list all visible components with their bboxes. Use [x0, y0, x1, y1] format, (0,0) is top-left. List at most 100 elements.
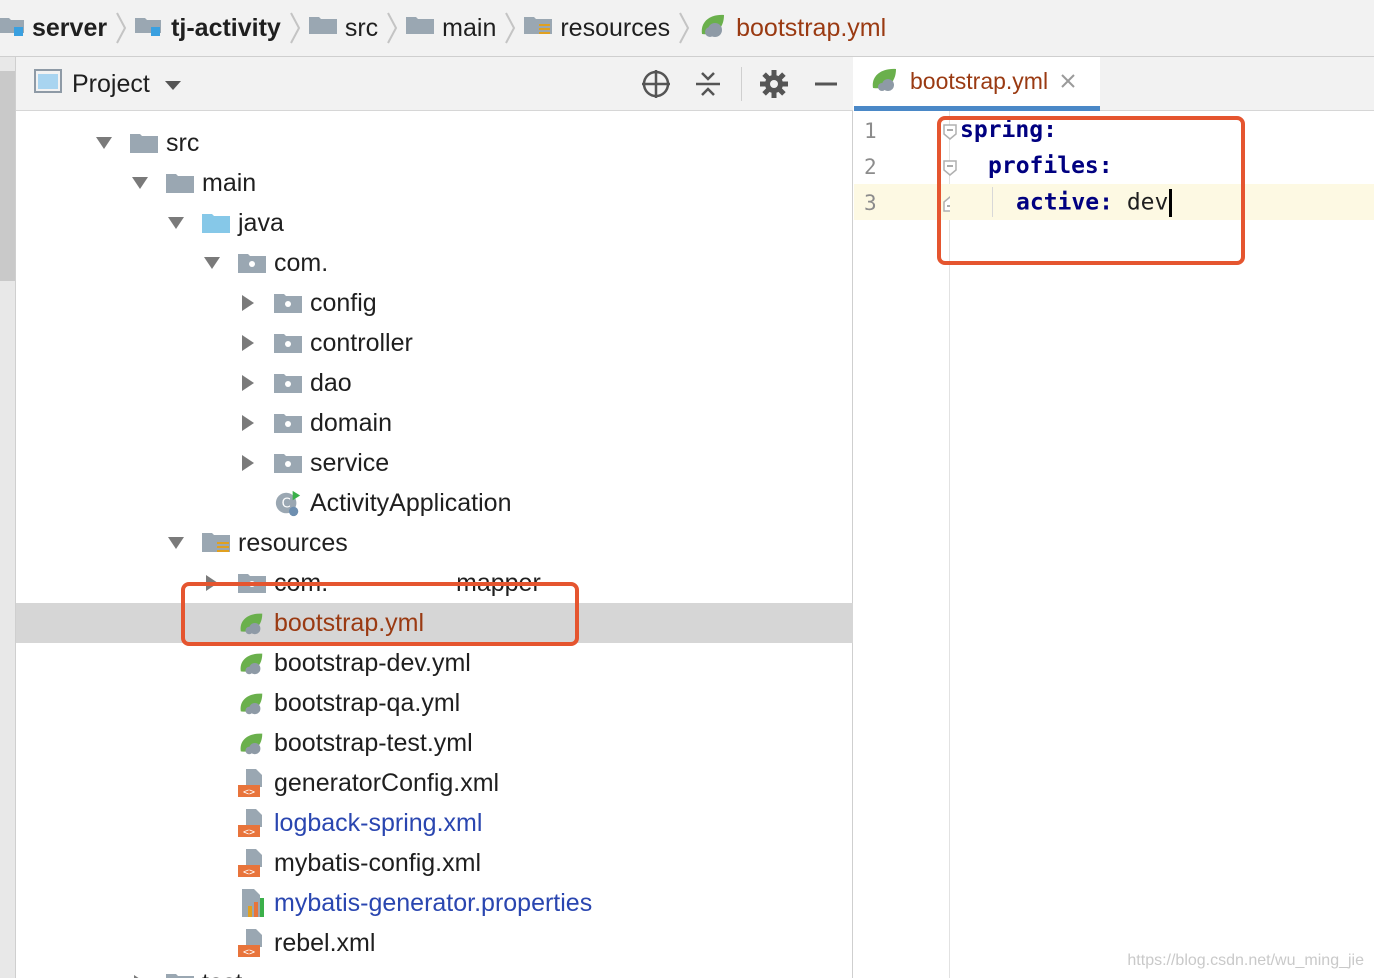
spring-yml-icon [238, 649, 266, 677]
line-number: 3 [864, 191, 877, 215]
expanded-arrow-icon[interactable] [202, 253, 222, 273]
xml-file-icon: <> [238, 809, 266, 838]
chevron-right-icon [674, 0, 694, 57]
folder-icon [166, 969, 194, 978]
spring-yml-icon [238, 689, 266, 717]
collapsed-arrow-icon[interactable] [238, 413, 258, 433]
breadcrumb-item-main[interactable]: main [406, 0, 496, 57]
tree-node-bootstrap-test-yml[interactable]: bootstrap-test.yml [16, 723, 853, 763]
breadcrumb: server tj-activity src main resources bo… [0, 0, 1374, 57]
tree-node-config[interactable]: config [16, 283, 853, 323]
properties-file-icon [238, 889, 266, 917]
tree-node-domain[interactable]: domain [16, 403, 853, 443]
line-number: 1 [864, 119, 877, 143]
editor-tab-bootstrap-yml[interactable]: bootstrap.yml [854, 57, 1100, 111]
tree-node-rebel-xml[interactable]: <> rebel.xml [16, 923, 853, 963]
folder-icon [166, 169, 194, 197]
tree-node-label: controller [310, 328, 413, 357]
breadcrumb-label: main [442, 13, 497, 42]
tree-node-java[interactable]: java [16, 203, 853, 243]
editor-gutter: 1 2 3 [854, 111, 957, 978]
collapsed-arrow-icon[interactable] [238, 293, 258, 313]
gear-icon[interactable] [757, 67, 791, 101]
project-view-label: Project [72, 69, 150, 98]
tree-node-mybatis-config-xml[interactable]: <> mybatis-config.xml [16, 843, 853, 883]
package-icon [274, 289, 302, 317]
collapsed-arrow-icon[interactable] [238, 453, 258, 473]
highlight-box-tree [181, 582, 579, 646]
resources-folder-icon [202, 529, 230, 557]
expanded-arrow-icon[interactable] [166, 213, 186, 233]
tree-node-generatorconfig-xml[interactable]: <> generatorConfig.xml [16, 763, 853, 803]
xml-file-icon: <> [238, 769, 266, 798]
tree-node-label: domain [310, 408, 392, 437]
line-number: 2 [864, 155, 877, 179]
svg-text:<>: <> [243, 947, 255, 958]
collapse-all-icon[interactable] [691, 67, 725, 101]
tree-node-controller[interactable]: controller [16, 323, 853, 363]
expanded-arrow-icon[interactable] [94, 133, 114, 153]
tree-node-label: mybatis-config.xml [274, 848, 481, 877]
breadcrumb-item-bootstrap-yml[interactable]: bootstrap.yml [698, 0, 886, 57]
tree-node-label: java [238, 208, 284, 237]
tree-node-label: test [202, 969, 242, 978]
spring-yml-icon [238, 729, 266, 757]
tree-node-bootstrap-dev-yml[interactable]: bootstrap-dev.yml [16, 643, 853, 683]
tree-node-src[interactable]: src [16, 123, 853, 163]
breadcrumb-label: resources [560, 13, 671, 42]
breadcrumb-label: tj-activity [171, 13, 281, 42]
expanded-arrow-icon[interactable] [130, 173, 150, 193]
tree-node-bootstrap-qa-yml[interactable]: bootstrap-qa.yml [16, 683, 853, 723]
project-view-selector[interactable]: Project [34, 57, 182, 111]
tree-node-label: mybatis-generator.properties [274, 888, 593, 917]
header-divider [741, 67, 742, 101]
collapsed-arrow-icon[interactable] [130, 973, 150, 978]
package-icon [274, 449, 302, 477]
close-icon[interactable] [1060, 68, 1076, 95]
breadcrumb-label: src [344, 13, 379, 42]
module-folder-icon [0, 13, 24, 44]
tree-node-label: service [310, 448, 390, 477]
editor-panel: bootstrap.yml 1 2 3 spring: profiles: ac… [854, 57, 1374, 978]
folder-icon [130, 129, 158, 157]
breadcrumb-item-src[interactable]: src [308, 0, 379, 57]
project-panel: Project src main java com. config contro… [16, 57, 853, 978]
project-tool-tab[interactable] [0, 71, 15, 281]
svg-text:<>: <> [243, 867, 255, 878]
tree-node-label: bootstrap-test.yml [274, 728, 473, 757]
folder-icon [308, 13, 337, 44]
xml-file-icon: <> [238, 849, 266, 878]
tree-node-label: src [166, 128, 200, 157]
package-icon [274, 369, 302, 397]
svg-text:<>: <> [243, 787, 255, 798]
tree-node-label: dao [310, 368, 352, 397]
resources-folder-icon [524, 13, 553, 44]
chevron-right-icon [500, 0, 520, 57]
tree-node-logback-spring-xml[interactable]: <> logback-spring.xml [16, 803, 853, 843]
tree-node-main[interactable]: main [16, 163, 853, 203]
tree-node-activity-application[interactable]: C ActivityApplication [16, 483, 853, 523]
tree-node-resources[interactable]: resources [16, 523, 853, 563]
tree-node-service[interactable]: service [16, 443, 853, 483]
collapsed-arrow-icon[interactable] [238, 333, 258, 353]
breadcrumb-item-resources[interactable]: resources [524, 0, 670, 57]
breadcrumb-item-tj-activity[interactable]: tj-activity [135, 0, 281, 57]
expanded-arrow-icon[interactable] [166, 533, 186, 553]
project-view-icon [34, 68, 62, 100]
tree-node-dao[interactable]: dao [16, 363, 853, 403]
tree-node-label: resources [238, 528, 348, 557]
spring-yml-icon [698, 12, 728, 45]
locate-file-icon[interactable] [639, 67, 673, 101]
project-tree: src main java com. config controller dao… [16, 111, 853, 978]
tree-node-label: ActivityApplication [310, 488, 512, 517]
collapsed-arrow-icon[interactable] [238, 373, 258, 393]
tree-node-label: bootstrap-qa.yml [274, 688, 461, 717]
spring-boot-class-icon: C [274, 489, 302, 517]
breadcrumb-item-server[interactable]: server [0, 0, 107, 57]
tree-node-mybatis-generator-properties[interactable]: mybatis-generator.properties [16, 883, 853, 923]
tree-node-test[interactable]: test [16, 963, 853, 978]
minimize-icon[interactable] [809, 67, 843, 101]
tool-window-stripe [0, 57, 16, 978]
watermark: https://blog.csdn.net/wu_ming_jie [1127, 952, 1364, 969]
source-folder-icon [202, 209, 230, 237]
